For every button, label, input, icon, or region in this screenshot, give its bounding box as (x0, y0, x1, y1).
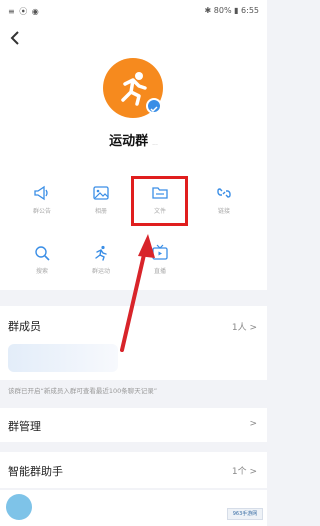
feature-label: 相册 (94, 208, 107, 215)
assistant-count: 1个 > (231, 467, 257, 477)
highlight-box (131, 176, 188, 226)
feature-live[interactable]: 直播 (138, 244, 182, 275)
avatar[interactable] (6, 494, 32, 520)
group-name-row: 运动群... (0, 130, 267, 149)
megaphone-icon (34, 185, 48, 201)
feature-label: 群运动 (91, 268, 110, 275)
back-button[interactable] (8, 30, 24, 46)
feature-announcement[interactable]: 群公告 (20, 184, 64, 215)
runner-icon (95, 245, 107, 261)
check-icon (150, 106, 158, 113)
group-info-card: 运动群... 群公告 相册 文件 链接 搜索 群运动 直播 (0, 22, 267, 290)
image-icon (93, 186, 109, 200)
history-notice: 该群已开启“新成员入群可查看最近100条聊天记录” (8, 387, 158, 395)
search-icon (35, 246, 50, 261)
smart-assistant-row[interactable]: 智能群助手 1个 > (0, 452, 267, 488)
feature-label: 搜索 (35, 268, 48, 275)
feature-search[interactable]: 搜索 (20, 244, 64, 275)
link-icon (217, 188, 231, 198)
feature-group-sport[interactable]: 群运动 (79, 244, 123, 275)
members-title: 群成员 (8, 320, 41, 333)
members-avatar-strip (8, 344, 118, 372)
tv-icon (152, 244, 168, 260)
status-right-info: ✱ 80% ▮ 6:55 (204, 6, 259, 15)
status-left-icons: ≡ ⦿ ◉ (8, 7, 40, 16)
group-management-row[interactable]: 群管理 > (0, 408, 267, 442)
feature-album[interactable]: 相册 (79, 184, 123, 215)
feature-label: 直播 (153, 268, 166, 275)
members-count: 1人 > (231, 323, 257, 333)
feature-label: 群公告 (32, 208, 51, 215)
members-section[interactable]: 群成员 1人 > (0, 306, 267, 380)
status-bar: ≡ ⦿ ◉ ✱ 80% ▮ 6:55 (0, 0, 267, 22)
group-name-tag: ... (152, 140, 158, 147)
group-name: 运动群 (109, 134, 149, 149)
watermark-logo: 963手游网 (227, 508, 263, 520)
chevron-left-icon (10, 31, 19, 45)
feature-links[interactable]: 链接 (202, 184, 246, 215)
feature-label: 链接 (217, 208, 230, 215)
verified-badge (146, 98, 162, 114)
management-title: 群管理 (8, 420, 41, 433)
assistant-title: 智能群助手 (8, 465, 63, 478)
chevron-right-icon: > (249, 419, 257, 429)
